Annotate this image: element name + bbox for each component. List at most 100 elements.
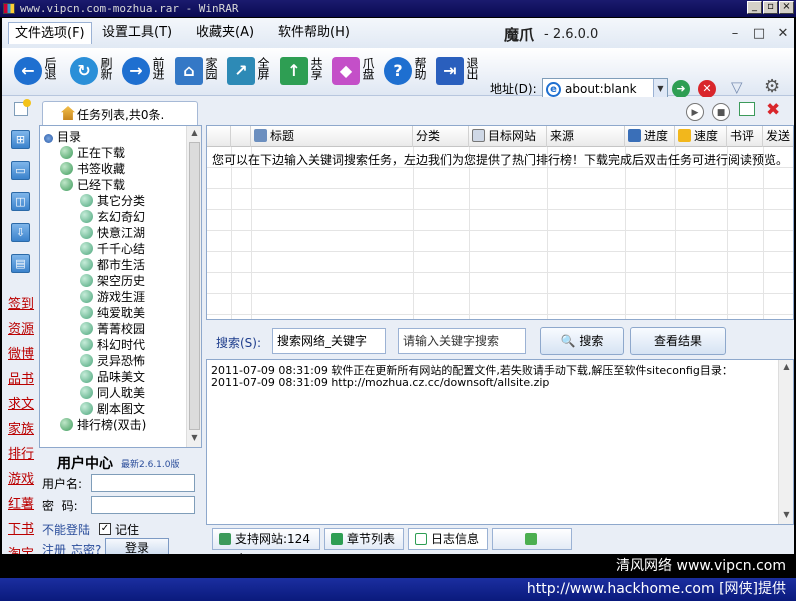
cannot-login-link[interactable]: 不能登陆 [42, 521, 90, 538]
minimize-button[interactable]: – [728, 26, 742, 41]
menu-help[interactable]: 软件帮助(H) [272, 22, 356, 44]
claw-disk-button[interactable]: ◆ 爪盘 [330, 55, 382, 91]
list-icon[interactable]: ▭ [11, 161, 30, 180]
remember-checkbox[interactable]: ✓ [99, 523, 111, 535]
tab-chapter-list[interactable]: 章节列表 [324, 528, 404, 550]
tree-item-fanfic[interactable]: 同人耽美 [80, 385, 145, 401]
tree-scrollbar[interactable]: ▲ ▼ [186, 126, 201, 447]
new-task-icon[interactable] [14, 99, 31, 116]
tab-task-list[interactable]: 任务列表,共0条. [42, 101, 198, 125]
stop-icon[interactable]: ✕ [698, 80, 716, 98]
link-download-book[interactable]: 下书 [8, 518, 34, 537]
grid-col-select[interactable] [207, 126, 231, 147]
scroll-down-icon[interactable]: ▼ [189, 433, 200, 442]
play-icon[interactable]: ▶ [686, 103, 704, 121]
tree-item-essays[interactable]: 品味美文 [80, 369, 145, 385]
home-button[interactable]: ⌂ 家园 [173, 55, 225, 91]
forward-arrow-icon: → [122, 57, 150, 85]
fullscreen-button[interactable]: ↗ 全屏 [225, 55, 277, 91]
tree-item-bl[interactable]: 纯爱耽美 [80, 305, 145, 321]
tree-item-history[interactable]: 架空历史 [80, 273, 145, 289]
share-button[interactable]: ↑ 共享 [278, 55, 330, 91]
tree-item-horror[interactable]: 灵异恐怖 [80, 353, 145, 369]
grid-col-speed[interactable]: 速度 [675, 126, 727, 147]
forgot-password-link[interactable]: 忘密? [71, 541, 101, 554]
forward-button[interactable]: → 前进 [120, 55, 172, 91]
link-hongshu[interactable]: 红薯 [8, 493, 34, 512]
tree-item-wuxia[interactable]: 快意江湖 [80, 225, 145, 241]
link-taobao[interactable]: 淘宝 [8, 543, 34, 554]
search-scope-select[interactable]: 搜索网络_关键字 [272, 328, 386, 354]
scroll-up-icon[interactable]: ▲ [781, 362, 792, 371]
exit-button[interactable]: ⇥ 退出 [434, 55, 486, 91]
grid-col-review[interactable]: 书评 [727, 126, 763, 147]
link-resources[interactable]: 资源 [8, 318, 34, 337]
tree-item-other[interactable]: 其它分类 [80, 193, 145, 209]
tree-item-downloading[interactable]: 正在下载 [60, 145, 125, 161]
tree-item-gaming[interactable]: 游戏生涯 [80, 289, 145, 305]
link-request[interactable]: 求文 [8, 393, 34, 412]
gear-icon[interactable]: ⚙ [764, 76, 780, 97]
tree-item-bookmarks[interactable]: 书签收藏 [60, 161, 125, 177]
menu-favorites[interactable]: 收藏夹(A) [190, 22, 260, 44]
login-button[interactable]: 登录 [105, 538, 169, 554]
grid-col-title[interactable]: 标题 [251, 126, 413, 147]
tree-item-urban[interactable]: 都市生活 [80, 257, 145, 273]
tree-item-fantasy[interactable]: 玄幻奇幻 [80, 209, 145, 225]
scroll-down-icon[interactable]: ▼ [781, 510, 792, 519]
outer-close-button[interactable]: × [779, 1, 794, 14]
password-field[interactable] [91, 496, 195, 514]
delete-icon[interactable]: ✖ [766, 100, 780, 120]
tree-item-downloaded[interactable]: 已经下载 [60, 177, 125, 193]
search-input[interactable]: 请输入关键字搜索 [398, 328, 526, 354]
tree-scroll-thumb[interactable] [189, 142, 200, 430]
expand-icon[interactable]: ⊞ [11, 130, 30, 149]
username-field[interactable] [91, 474, 195, 492]
tab-extra[interactable] [492, 528, 572, 550]
export-icon[interactable] [739, 102, 755, 116]
grid-col-progress[interactable]: 进度 [625, 126, 675, 147]
link-signin[interactable]: 签到 [8, 293, 34, 312]
link-family[interactable]: 家族 [8, 418, 34, 437]
link-ranking[interactable]: 排行 [8, 443, 34, 462]
search-button[interactable]: 🔍 搜索 [540, 327, 624, 355]
menu-file[interactable]: 文件选项(F) [8, 22, 92, 44]
tree-item-campus[interactable]: 菁菁校园 [80, 321, 145, 337]
stop-task-icon[interactable]: ■ [712, 103, 730, 121]
chevron-down-icon[interactable]: ▼ [653, 79, 667, 99]
tree-root[interactable]: 目录 [44, 129, 81, 145]
link-weibo[interactable]: 微博 [8, 343, 34, 362]
latest-version-link[interactable]: 最新2.6.1.0版 [121, 457, 180, 470]
grid-col-category[interactable]: 分类 [413, 126, 469, 147]
grid-col-send[interactable]: 发送 [763, 126, 793, 147]
close-button[interactable]: ✕ [776, 26, 790, 41]
register-link[interactable]: 注册 [42, 541, 66, 554]
menu-tools[interactable]: 设置工具(T) [96, 22, 178, 44]
download-icon[interactable]: ⇩ [11, 223, 30, 242]
tree-item-scripts[interactable]: 剧本图文 [80, 401, 145, 417]
panel-icon[interactable]: ◫ [11, 192, 30, 211]
restore-button[interactable]: □ [752, 26, 766, 41]
view-results-button[interactable]: 查看结果 [630, 327, 726, 355]
link-books[interactable]: 品书 [8, 368, 34, 387]
log-scrollbar[interactable]: ▲ ▼ [778, 360, 793, 524]
go-icon[interactable]: ➜ [672, 80, 690, 98]
grid-col-status[interactable] [231, 126, 251, 147]
link-games[interactable]: 游戏 [8, 468, 34, 487]
grid-col-source[interactable]: 来源 [547, 126, 625, 147]
outer-maximize-button[interactable]: ▫ [763, 1, 778, 14]
scroll-up-icon[interactable]: ▲ [189, 128, 200, 137]
grid-col-target-site[interactable]: 目标网站 [469, 126, 547, 147]
help-button[interactable]: ? 帮助 [382, 55, 434, 91]
tab-supported-sites[interactable]: 支持网站:124个 [212, 528, 320, 554]
grid-col-speed-label: 速度 [694, 129, 719, 143]
outer-minimize-button[interactable]: _ [747, 1, 762, 14]
filter-icon[interactable]: ▽ [731, 78, 743, 96]
bookmark-icon[interactable]: ▤ [11, 254, 30, 273]
back-button[interactable]: ← 后退 [12, 55, 64, 91]
tree-item-rankings[interactable]: 排行榜(双击) [60, 417, 146, 433]
tab-log-info[interactable]: 日志信息 [408, 528, 488, 550]
tree-item-scifi[interactable]: 科幻时代 [80, 337, 145, 353]
tree-item-romance[interactable]: 千千心结 [80, 241, 145, 257]
refresh-button[interactable]: ↻ 刷新 [68, 55, 120, 91]
